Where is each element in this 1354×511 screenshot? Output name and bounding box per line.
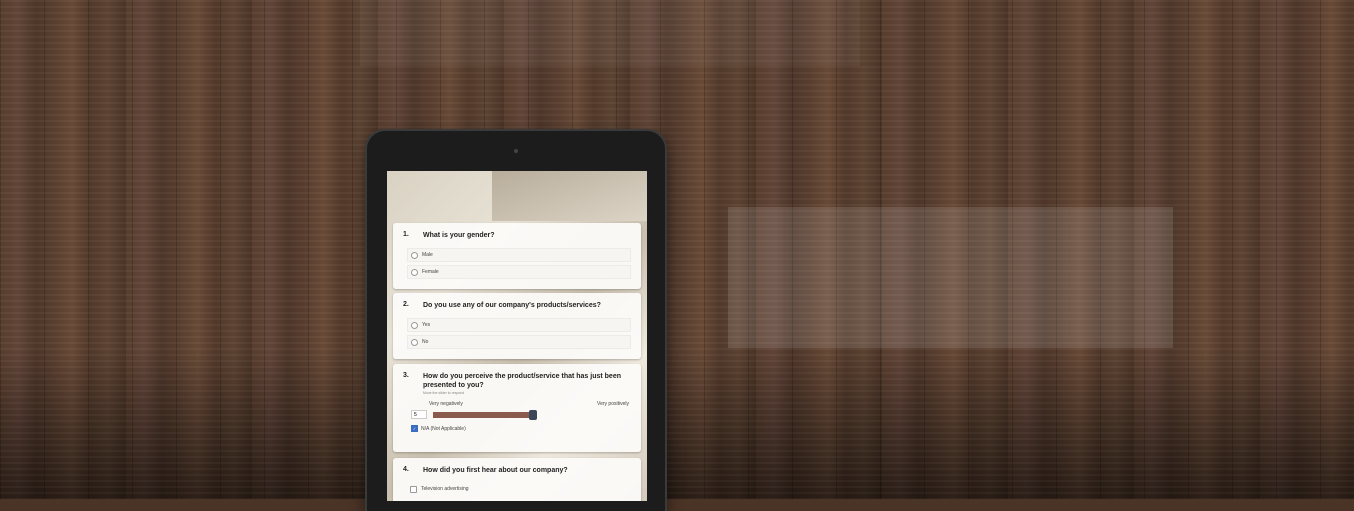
question-text: Do you use any of our company's products… (423, 302, 601, 309)
question-text: What is your gender? (423, 232, 495, 239)
background-highlight (360, 0, 860, 66)
checkbox-checked-icon[interactable]: ✓ (411, 425, 418, 432)
option-male[interactable]: Male (407, 248, 631, 262)
question-card-2: 2. Do you use any of our company's produ… (393, 293, 641, 359)
question-text: How do you perceive the product/service … (423, 373, 621, 389)
radio-icon[interactable] (411, 338, 418, 346)
slider-track[interactable] (433, 409, 537, 420)
radio-icon[interactable] (411, 251, 418, 259)
tablet-device: 1. What is your gender? Male Female 2. D… (367, 131, 665, 511)
question-number: 2. (403, 301, 409, 308)
question-card-3: 3. How do you perceive the product/servi… (393, 364, 641, 452)
option-yes[interactable]: Yes (407, 318, 631, 332)
radio-icon[interactable] (411, 321, 418, 329)
slider-handle[interactable] (529, 409, 537, 420)
scale-high-label: Very positively (597, 401, 629, 407)
question-card-1: 1. What is your gender? Male Female (393, 223, 641, 289)
option-label: Yes (422, 322, 431, 328)
option-label: No (422, 339, 429, 345)
na-checkbox-row[interactable]: ✓ N/A (Not Applicable) (393, 419, 641, 432)
scale-low-label: Very negatively (429, 401, 463, 407)
checkbox-icon[interactable] (410, 485, 417, 493)
question-card-4: 4. How did you first hear about our comp… (393, 458, 641, 501)
question-number: 4. (403, 466, 409, 473)
question-help-text: Move the slider to respond (423, 391, 465, 395)
option-label: Male (422, 252, 433, 258)
question-text: How did you first hear about our company… (423, 467, 568, 474)
option-female[interactable]: Female (407, 265, 631, 279)
camera-icon (514, 149, 518, 153)
background-photo (492, 171, 647, 221)
option-label: Television advertising (421, 486, 469, 492)
option-label: Female (422, 269, 439, 275)
na-label: N/A (Not Applicable) (421, 425, 466, 432)
question-number: 1. (403, 231, 409, 238)
tablet-screen: 1. What is your gender? Male Female 2. D… (387, 171, 647, 501)
slider-value-input[interactable]: 5 (411, 410, 427, 419)
translucent-panel (728, 207, 1173, 348)
question-number: 3. (403, 372, 409, 379)
radio-icon[interactable] (411, 268, 418, 276)
option-no[interactable]: No (407, 335, 631, 349)
option-television-advertising[interactable]: Television advertising (407, 483, 631, 495)
